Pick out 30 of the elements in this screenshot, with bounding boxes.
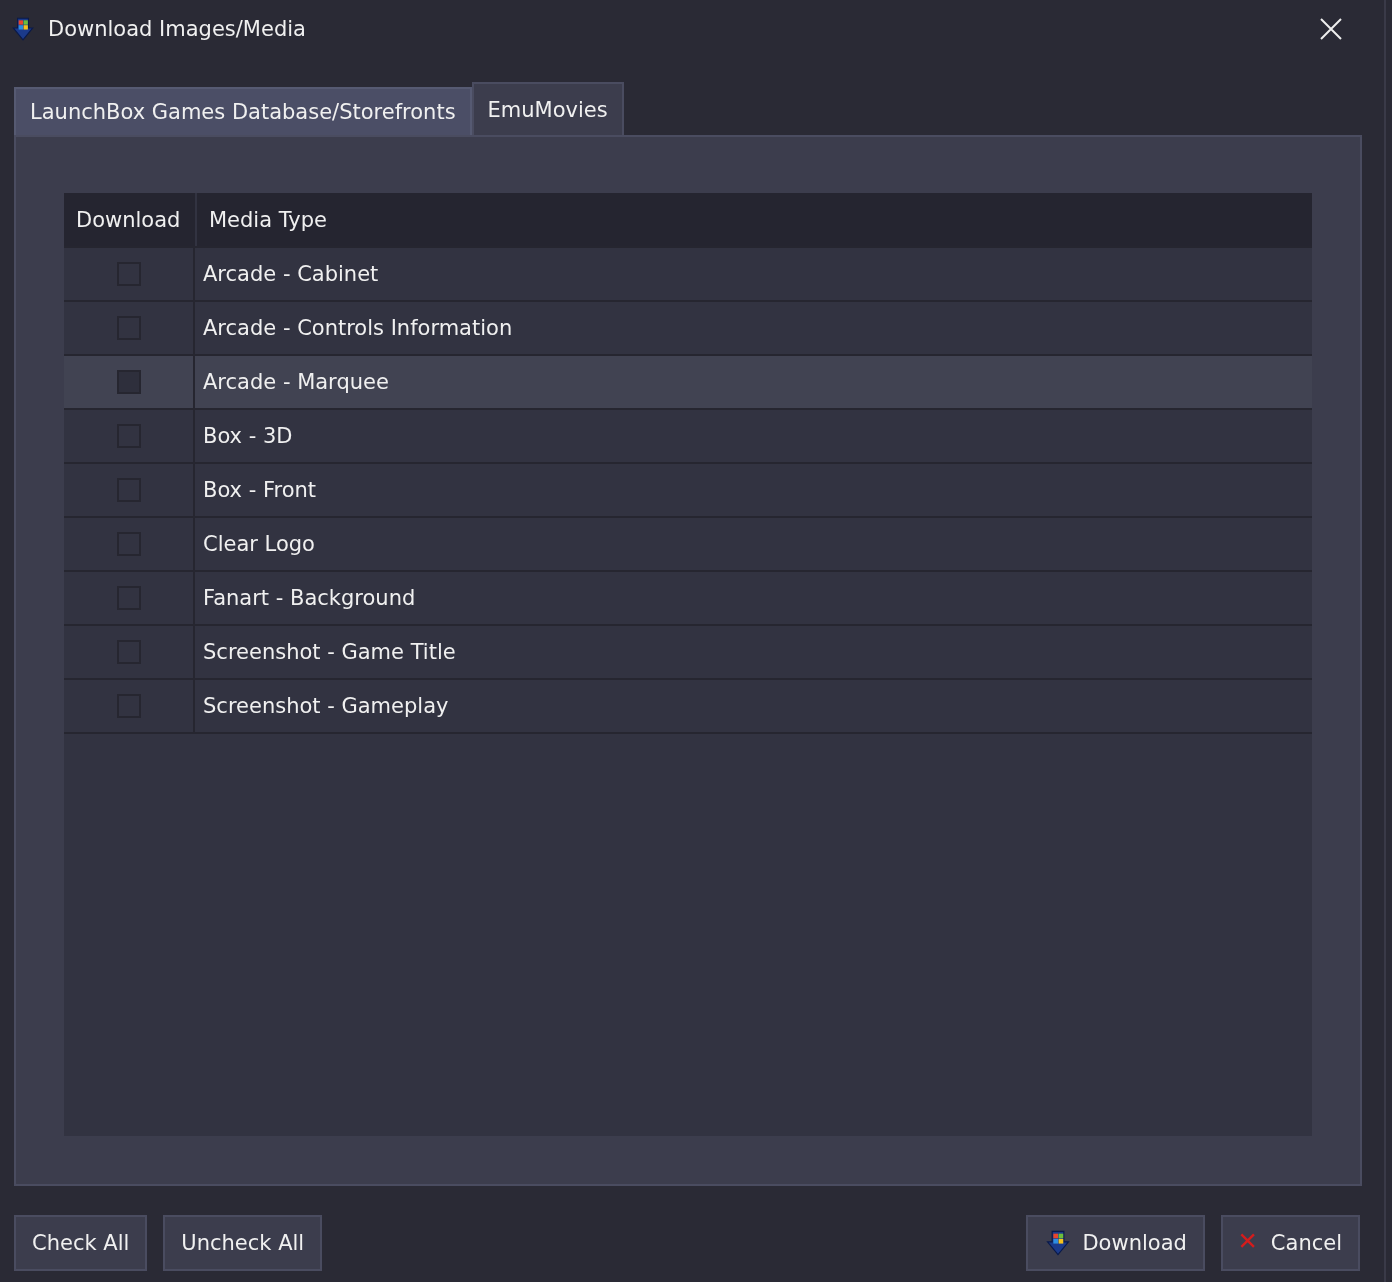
close-icon[interactable] xyxy=(1320,18,1342,40)
table-cell-text: Clear Logo xyxy=(202,531,316,558)
table-row[interactable]: Screenshot - Game Title xyxy=(64,626,1312,680)
download-button[interactable]: Download xyxy=(1026,1215,1205,1271)
download-icon xyxy=(10,16,36,42)
table-row[interactable]: Fanart - Background xyxy=(64,572,1312,626)
checkbox[interactable] xyxy=(116,370,141,394)
action-button[interactable]: Check All xyxy=(14,1215,148,1271)
table-cell-text: Arcade - Cabinet xyxy=(202,261,380,288)
window-title: Download Images/Media xyxy=(48,17,307,41)
table-row[interactable]: Box - Front xyxy=(64,464,1312,518)
table-cell-text: Box - Front xyxy=(202,477,318,504)
table-cell-text: Arcade - Controls Information xyxy=(202,315,514,342)
table-cell-text: Box - 3D xyxy=(202,423,294,450)
action-button[interactable]: Uncheck All xyxy=(163,1215,323,1271)
column-header: Media Type xyxy=(195,193,1312,246)
table-row[interactable]: Box - 3D xyxy=(64,410,1312,464)
table-row[interactable]: Arcade - Cabinet xyxy=(64,248,1312,302)
table-cell-text: Fanart - Background xyxy=(202,585,417,612)
download-icon xyxy=(1044,1229,1073,1257)
tab[interactable]: LaunchBox Games Database/Storefronts xyxy=(14,87,472,135)
table-cell-text: Arcade - Marquee xyxy=(202,369,390,396)
table-cell-text: Screenshot - Game Title xyxy=(202,639,457,666)
table-row[interactable]: Arcade - Marquee xyxy=(64,356,1312,410)
table-row[interactable]: Screenshot - Gameplay xyxy=(64,680,1312,734)
column-header: Download xyxy=(75,206,182,234)
table-row[interactable]: Clear Logo xyxy=(64,518,1312,572)
cancel-button[interactable]: Cancel xyxy=(1220,1215,1360,1271)
tab[interactable]: EmuMovies xyxy=(471,82,624,135)
table-cell-text: Screenshot - Gameplay xyxy=(202,693,450,720)
